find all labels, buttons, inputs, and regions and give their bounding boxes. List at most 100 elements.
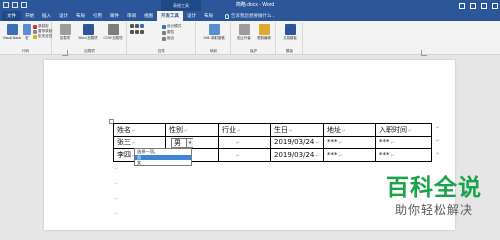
undo-icon[interactable]: [12, 2, 18, 8]
xml-mapping-pane-button[interactable]: XML 映射窗格: [199, 24, 229, 40]
table-cell[interactable]: ↵: [218, 135, 271, 149]
redo-icon[interactable]: [21, 2, 27, 8]
group-controls: 设计模式 属性 组合 控件: [128, 22, 196, 54]
visual-basic-button[interactable]: Visual Basic: [2, 24, 22, 40]
group-icon: [162, 36, 166, 41]
cell-birthday: 2019/03/24: [274, 150, 315, 159]
text-control-icon[interactable]: [130, 24, 134, 28]
com-addins-button[interactable]: COM 加载项: [101, 24, 125, 40]
table-row: 张三↵ 男 ↵ 2019/03/24↵ ***↵ ***↵: [113, 135, 432, 149]
cell-name: 张三: [117, 138, 131, 147]
properties-button[interactable]: 属性: [162, 30, 174, 35]
tab-references[interactable]: 引用: [89, 11, 106, 21]
paragraph-mark: ↵: [115, 166, 119, 171]
macro-security-button[interactable]: 宏安全性: [33, 34, 52, 39]
tab-review[interactable]: 审阅: [123, 11, 140, 21]
cell-birthday: 2019/03/24: [274, 138, 315, 147]
visual-basic-icon: [6, 24, 18, 35]
tab-design[interactable]: 设计: [55, 11, 72, 21]
row-end-mark: ↵: [436, 125, 440, 130]
dropdown-option[interactable]: 女: [135, 160, 191, 166]
tab-table-layout[interactable]: 布局: [200, 11, 217, 21]
header-cell[interactable]: 地址↵: [323, 123, 376, 137]
save-icon[interactable]: [3, 2, 9, 8]
table-header-row: 姓名↵ 性别↵ 行业↵ 生日↵ 地址↵ 入职时间↵: [113, 123, 432, 137]
block-authors-button[interactable]: 阻止作者: [234, 24, 254, 40]
document-template-button[interactable]: 文档模板: [279, 24, 301, 40]
paragraph-mark: ↵: [115, 181, 119, 186]
group-protect-label: 保护: [249, 49, 258, 53]
table-cell[interactable]: ***↵: [375, 148, 432, 162]
header-cell[interactable]: 行业↵: [218, 123, 271, 137]
control-row-1: [130, 24, 144, 28]
cell-address: ***: [327, 138, 338, 147]
plain-text-control-icon[interactable]: [135, 24, 139, 28]
header-birthday: 生日: [274, 125, 288, 134]
maximize-button[interactable]: [481, 2, 487, 9]
table-cell[interactable]: ***↵: [323, 135, 376, 149]
row-end-mark: ↵: [436, 138, 440, 143]
combobox-control-icon[interactable]: [135, 30, 139, 34]
header-cell[interactable]: 姓名↵: [113, 123, 166, 137]
lightbulb-icon: [225, 13, 229, 19]
dropdown-control-icon[interactable]: [140, 30, 144, 34]
lock-icon: [258, 24, 270, 35]
macros-button[interactable]: 宏: [22, 24, 32, 40]
table-cell[interactable]: 2019/03/24↵: [270, 148, 324, 162]
tab-developer[interactable]: 开发工具: [157, 11, 183, 21]
header-industry: 行业: [222, 125, 236, 134]
tab-home[interactable]: 开始: [21, 11, 38, 21]
gender-dropdown-value: 男: [174, 139, 181, 147]
table-cell[interactable]: ***↵: [323, 148, 376, 162]
header-gender: 性别: [169, 125, 183, 134]
close-button[interactable]: [492, 2, 498, 9]
design-mode-button[interactable]: 设计模式: [162, 24, 181, 29]
tab-file[interactable]: 文件: [2, 11, 21, 21]
tab-view[interactable]: 视图: [140, 11, 157, 21]
ribbon-options-icon[interactable]: [459, 2, 465, 9]
tab-insert[interactable]: 插入: [38, 11, 55, 21]
pause-icon: [33, 29, 37, 34]
table-cell[interactable]: ↵: [218, 148, 271, 162]
quick-access-toolbar: [3, 2, 27, 8]
header-hire-date: 入职时间: [379, 125, 407, 134]
tab-table-design[interactable]: 设计: [183, 11, 200, 21]
properties-icon: [162, 30, 166, 35]
header-cell[interactable]: 生日↵: [270, 123, 324, 137]
window-controls: [459, 0, 498, 11]
com-addins-icon: [107, 24, 119, 35]
addins-button[interactable]: 加载项: [56, 24, 74, 40]
table-tools-context-label: 表格工具: [161, 0, 201, 11]
table-cell[interactable]: ***↵: [375, 135, 432, 149]
document-title: 简略.docx - Word: [235, 2, 275, 8]
group-protect: 阻止作者 限制编辑 保护: [232, 22, 276, 54]
table-cell[interactable]: 张三↵: [113, 135, 166, 149]
restrict-editing-button[interactable]: 限制编辑: [254, 24, 274, 40]
paragraph-mark: ↵: [115, 196, 119, 201]
minimize-button[interactable]: [470, 2, 476, 9]
header-address: 地址: [327, 125, 341, 134]
word-addins-button[interactable]: Word 加载项: [76, 24, 100, 40]
macros-icon: [23, 24, 31, 35]
tab-mailings[interactable]: 邮件: [106, 11, 123, 21]
ribbon-tab-bar: 文件 开始 插入 设计 布局 引用 邮件 审阅 视图 开发工具 设计 布局 告诉…: [0, 11, 500, 21]
picture-control-icon[interactable]: [140, 24, 144, 28]
tab-layout[interactable]: 布局: [72, 11, 89, 21]
tell-me-search[interactable]: 告诉我您想要做什么...: [225, 11, 275, 21]
cell-hire-date: ***: [379, 138, 390, 147]
header-cell[interactable]: 入职时间↵: [375, 123, 432, 137]
cell-name: 李四: [117, 150, 131, 159]
chevron-down-icon[interactable]: ▼: [186, 139, 193, 147]
group-button[interactable]: 组合: [162, 36, 174, 41]
table-cell[interactable]: 2019/03/24↵: [270, 135, 324, 149]
block-authors-icon: [238, 24, 250, 35]
group-code-label: 代码: [21, 49, 30, 53]
paragraph-mark: ↵: [115, 211, 119, 216]
group-mapping: XML 映射窗格 映射: [197, 22, 231, 54]
addins-icon: [59, 24, 71, 35]
header-cell[interactable]: 性别↵: [165, 123, 219, 137]
checkbox-control-icon[interactable]: [130, 30, 134, 34]
gender-dropdown-list: 选择一项。 男 女: [134, 148, 192, 166]
group-controls-label: 控件: [157, 49, 166, 53]
document-template-icon: [284, 24, 296, 35]
